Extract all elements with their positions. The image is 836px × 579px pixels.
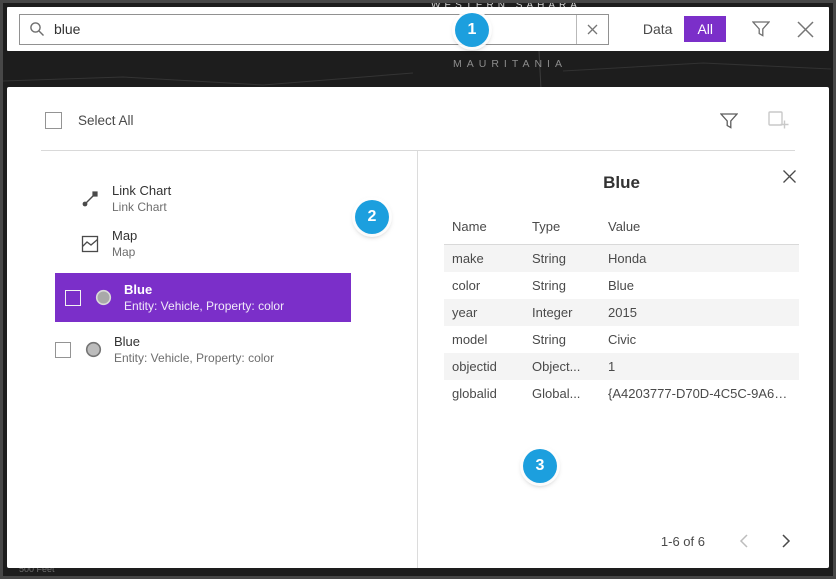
pagination-label: 1-6 of 6 <box>661 534 705 549</box>
table-row: make String Honda <box>444 245 799 273</box>
entity-icon <box>85 341 102 358</box>
annotation-badge-1: 1 <box>455 13 489 47</box>
clear-search-button[interactable] <box>576 15 608 44</box>
next-page-button[interactable] <box>778 530 795 552</box>
result-checkbox[interactable] <box>55 342 71 358</box>
result-item-blue-selected[interactable]: Blue Entity: Vehicle, Property: color <box>55 273 351 322</box>
results-filter-button[interactable] <box>720 113 738 129</box>
result-title: Blue <box>124 282 284 297</box>
data-label: Data <box>643 21 673 37</box>
close-icon <box>796 20 815 39</box>
pagination: 1-6 of 6 <box>661 530 799 552</box>
result-title: Blue <box>114 334 274 349</box>
attributes-table: Name Type Value make String Honda color <box>444 213 799 407</box>
all-filter-button[interactable]: All <box>684 16 726 42</box>
filter-icon <box>720 113 738 129</box>
search-icon <box>29 21 45 37</box>
column-header-value: Value <box>600 213 799 245</box>
previous-page-button[interactable] <box>735 530 752 552</box>
results-panel-header: Select All <box>7 87 829 150</box>
results-panel: Select All <box>7 87 829 568</box>
table-row: globalid Global... {A4203777-D70D-4C5C-9… <box>444 380 799 407</box>
filter-icon <box>752 21 770 37</box>
select-all-checkbox[interactable] <box>45 112 62 129</box>
result-subtitle: Entity: Vehicle, Property: color <box>114 351 274 365</box>
map-icon <box>81 235 99 253</box>
column-header-name: Name <box>444 213 524 245</box>
add-to-link-chart-button[interactable] <box>768 111 789 130</box>
chevron-right-icon <box>782 534 791 548</box>
close-search-button[interactable] <box>796 20 815 39</box>
search-input[interactable] <box>54 15 576 44</box>
result-checkbox[interactable] <box>65 290 81 306</box>
add-to-link-chart-icon <box>768 111 789 130</box>
close-icon <box>782 169 797 184</box>
search-bar: Data All <box>7 7 829 51</box>
annotation-badge-2: 2 <box>355 200 389 234</box>
select-all-label: Select All <box>78 113 134 128</box>
column-header-type: Type <box>524 213 600 245</box>
annotation-badge-3: 3 <box>523 449 557 483</box>
link-chart-icon <box>81 190 99 208</box>
chevron-left-icon <box>739 534 748 548</box>
map-border-lines <box>3 51 833 89</box>
search-filter-button[interactable] <box>752 21 770 37</box>
result-subtitle: Entity: Vehicle, Property: color <box>124 299 284 313</box>
search-results-window: WESTERN SAHARA MAURITANIA 500 Feet Data … <box>0 0 836 579</box>
result-subtitle: Map <box>112 245 137 259</box>
table-row: model String Civic <box>444 326 799 353</box>
clear-icon <box>587 24 598 35</box>
table-row: objectid Object... 1 <box>444 353 799 380</box>
result-subtitle: Link Chart <box>112 200 171 214</box>
table-row: year Integer 2015 <box>444 299 799 326</box>
result-title: Link Chart <box>112 183 171 198</box>
result-item-blue[interactable]: Blue Entity: Vehicle, Property: color <box>55 334 417 365</box>
table-row: color String Blue <box>444 272 799 299</box>
result-title: Map <box>112 228 137 243</box>
entity-icon <box>95 289 112 306</box>
search-box <box>19 14 609 45</box>
detail-panel: Blue Name Type Value <box>417 151 829 568</box>
map-label-mauritania: MAURITANIA <box>453 58 567 70</box>
detail-title: Blue <box>603 173 640 192</box>
close-detail-button[interactable] <box>782 169 797 184</box>
